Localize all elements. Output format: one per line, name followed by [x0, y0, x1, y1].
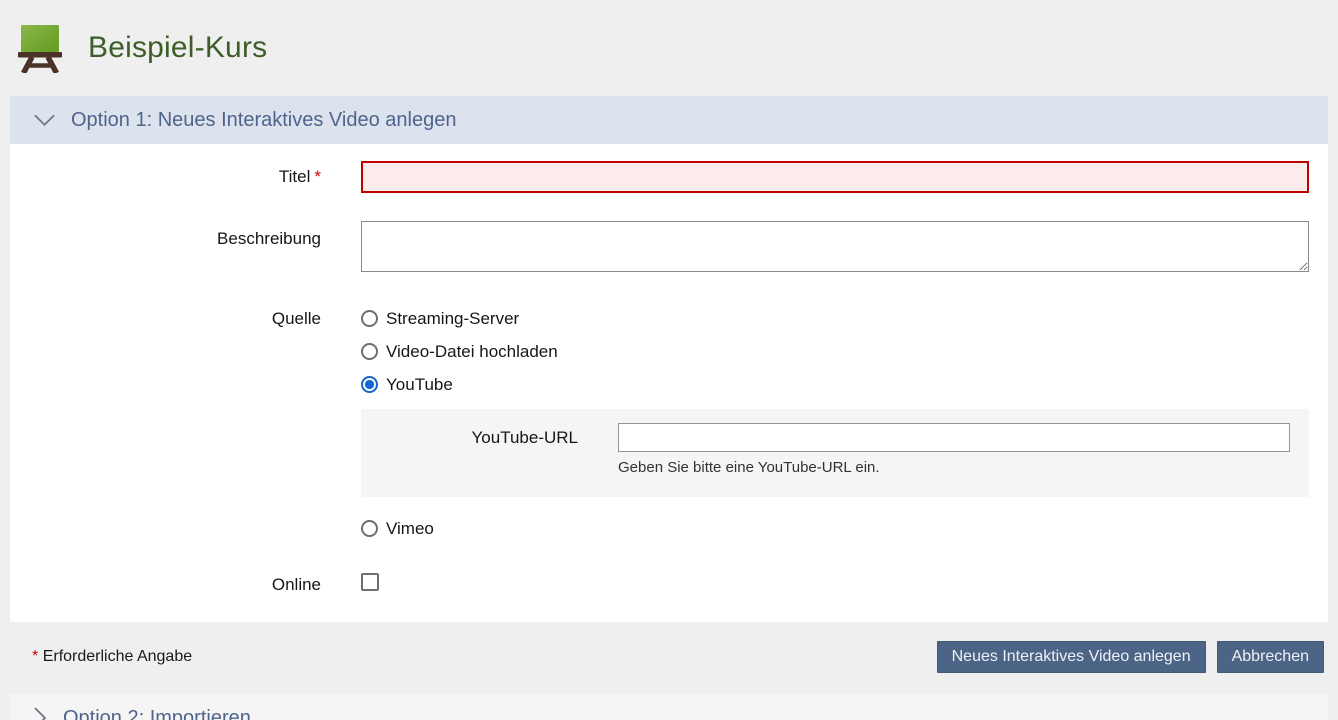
- cancel-button[interactable]: Abbrechen: [1217, 641, 1324, 673]
- description-field-row: Beschreibung: [10, 221, 1328, 277]
- online-field-row: Online: [10, 573, 1328, 596]
- accordion-option2-header[interactable]: Option 2: Importieren: [10, 694, 1328, 720]
- accordion-option1-label: Option 1: Neues Interaktives Video anleg…: [71, 109, 456, 132]
- radio-row-video-upload: Video-Datei hochladen: [361, 335, 1309, 368]
- radio-streaming-server[interactable]: [361, 310, 378, 327]
- radio-youtube[interactable]: [361, 376, 378, 393]
- source-label: Quelle: [10, 302, 321, 545]
- app-header: Beispiel-Kurs: [0, 0, 1338, 96]
- radio-youtube-label: YouTube: [386, 375, 453, 395]
- radio-row-streaming-server: Streaming-Server: [361, 302, 1309, 335]
- description-label: Beschreibung: [10, 221, 321, 277]
- content-area: Option 1: Neues Interaktives Video anleg…: [10, 96, 1328, 720]
- chevron-right-icon: [33, 706, 48, 720]
- radio-video-upload-label: Video-Datei hochladen: [386, 342, 558, 362]
- youtube-url-input[interactable]: [618, 423, 1290, 452]
- page-title: Beispiel-Kurs: [88, 31, 267, 65]
- youtube-url-hint: Geben Sie bitte eine YouTube-URL ein.: [618, 459, 1290, 476]
- youtube-url-subpanel: YouTube-URL Geben Sie bitte eine YouTube…: [361, 409, 1309, 497]
- submit-button[interactable]: Neues Interaktives Video anlegen: [937, 641, 1206, 673]
- required-note: * Erforderliche Angabe: [32, 648, 192, 666]
- title-field-row: Titel*: [10, 161, 1328, 193]
- accordion-option1-header[interactable]: Option 1: Neues Interaktives Video anleg…: [10, 96, 1328, 144]
- chevron-down-icon: [33, 113, 56, 127]
- radio-row-vimeo: Vimeo: [361, 512, 1309, 545]
- title-label: Titel*: [10, 167, 321, 187]
- course-easel-icon: [17, 24, 63, 73]
- online-checkbox[interactable]: [361, 573, 379, 591]
- accordion-option2-label: Option 2: Importieren: [63, 707, 251, 720]
- radio-vimeo-label: Vimeo: [386, 519, 434, 539]
- youtube-url-label: YouTube-URL: [361, 423, 578, 476]
- new-video-form: Titel* Beschreibung Quelle: [10, 144, 1328, 622]
- required-note-text: Erforderliche Angabe: [43, 648, 192, 665]
- required-asterisk: *: [314, 167, 321, 186]
- radio-streaming-server-label: Streaming-Server: [386, 309, 519, 329]
- page: Beispiel-Kurs Option 1: Neues Interaktiv…: [0, 0, 1338, 720]
- source-field-row: Quelle Streaming-Server Video-Datei hoch…: [10, 302, 1328, 545]
- radio-video-upload[interactable]: [361, 343, 378, 360]
- description-textarea[interactable]: [361, 221, 1309, 272]
- radio-row-youtube: YouTube: [361, 368, 1309, 401]
- online-label: Online: [10, 575, 321, 595]
- radio-vimeo[interactable]: [361, 520, 378, 537]
- required-note-asterisk: *: [32, 648, 38, 665]
- title-input[interactable]: [361, 161, 1309, 193]
- form-footer: * Erforderliche Angabe Neues Interaktive…: [10, 622, 1328, 691]
